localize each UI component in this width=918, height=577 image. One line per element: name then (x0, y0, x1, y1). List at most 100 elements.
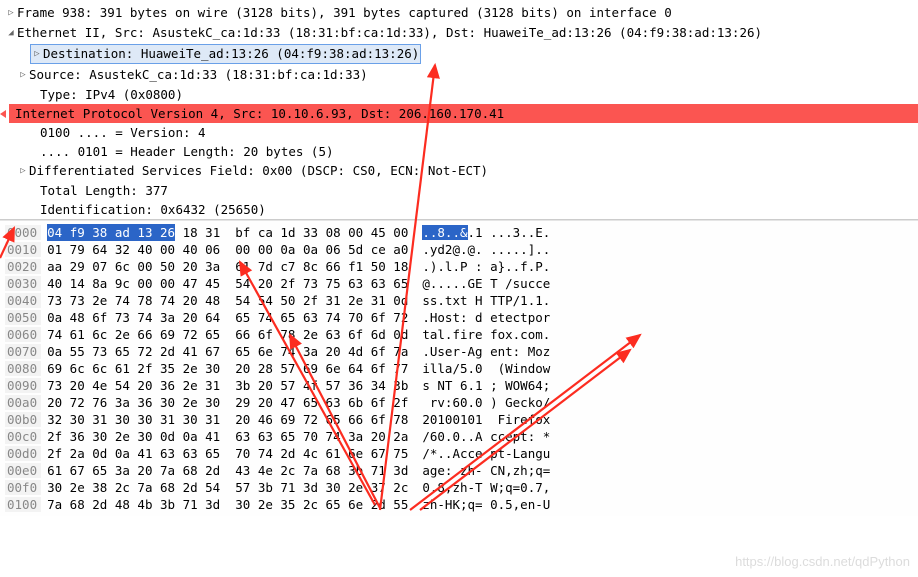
hex-row[interactable]: 0030 40 14 8a 9c 00 00 47 45 54 20 2f 73 … (0, 275, 918, 292)
hex-row[interactable]: 00e0 61 67 65 3a 20 7a 68 2d 43 4e 2c 7a … (0, 462, 918, 479)
hex-bytes[interactable]: 61 67 65 3a 20 7a 68 2d 43 4e 2c 7a 68 3… (47, 463, 408, 478)
hex-ascii[interactable]: /60.0..A ccept: * (422, 429, 550, 444)
hex-offset: 00d0 (5, 446, 41, 461)
hex-bytes[interactable]: 2f 2a 0d 0a 41 63 63 65 70 74 2d 4c 61 6… (47, 446, 408, 461)
tree-ip-hlen[interactable]: .... 0101 = Header Length: 20 bytes (5) (0, 142, 918, 161)
tree-ip-len[interactable]: Total Length: 377 (0, 181, 918, 200)
hex-bytes[interactable]: 04 f9 38 ad 13 26 18 31 bf ca 1d 33 08 0… (47, 224, 408, 241)
hex-row[interactable]: 0010 01 79 64 32 40 00 40 06 00 00 0a 0a … (0, 241, 918, 258)
hex-offset: 0080 (5, 361, 41, 376)
hex-ascii[interactable]: @.....GE T /succe (422, 276, 550, 291)
hex-offset: 0040 (5, 293, 41, 308)
hex-row[interactable]: 0060 74 61 6c 2e 66 69 72 65 66 6f 78 2e … (0, 326, 918, 343)
hex-bytes[interactable]: 40 14 8a 9c 00 00 47 45 54 20 2f 73 75 6… (47, 276, 408, 291)
tree-ip-hlen-label: .... 0101 = Header Length: 20 bytes (5) (40, 144, 334, 159)
tree-eth-destination[interactable]: ▷Destination: HuaweiTe_ad:13:26 (04:f9:3… (0, 43, 918, 65)
tree-ip-dsf[interactable]: ▷Differentiated Services Field: 0x00 (DS… (0, 161, 918, 181)
hex-ascii[interactable]: 0.8,zh-T W;q=0.7, (422, 480, 550, 495)
hex-ascii[interactable]: tal.fire fox.com. (422, 327, 550, 342)
hex-bytes[interactable]: 73 73 2e 74 78 74 20 48 54 54 50 2f 31 2… (47, 293, 408, 308)
tree-eth-source[interactable]: ▷Source: AsustekC_ca:1d:33 (18:31:bf:ca:… (0, 65, 918, 85)
hex-bytes[interactable]: 69 6c 6c 61 2f 35 2e 30 20 28 57 69 6e 6… (47, 361, 408, 376)
tree-eth-type-label: Type: IPv4 (0x0800) (40, 87, 183, 102)
hex-ascii[interactable]: ..8..&.1 ...3..E. (422, 225, 550, 240)
hex-offset: 0020 (5, 259, 41, 274)
hex-bytes[interactable]: 0a 48 6f 73 74 3a 20 64 65 74 65 63 74 7… (47, 310, 408, 325)
tree-frame-label: Frame 938: 391 bytes on wire (3128 bits)… (17, 5, 672, 20)
hex-ascii[interactable]: /*..Acce pt-Langu (422, 446, 550, 461)
hex-offset: 0000 (5, 225, 41, 240)
hex-ascii[interactable]: illa/5.0 (Window (422, 361, 550, 376)
hex-offset: 0050 (5, 310, 41, 325)
hex-offset: 0060 (5, 327, 41, 342)
hex-bytes[interactable]: 01 79 64 32 40 00 40 06 00 00 0a 0a 06 5… (47, 242, 408, 257)
hex-ascii[interactable]: .yd2@.@. .....].. (422, 242, 550, 257)
hex-offset: 00e0 (5, 463, 41, 478)
tree-eth-dst-label: Destination: HuaweiTe_ad:13:26 (04:f9:38… (43, 46, 419, 61)
hex-offset: 0100 (5, 497, 41, 512)
hex-ascii[interactable]: .User-Ag ent: Moz (422, 344, 550, 359)
tree-eth-src-label: Source: AsustekC_ca:1d:33 (18:31:bf:ca:1… (29, 67, 368, 82)
hex-offset: 00c0 (5, 429, 41, 444)
tree-ip-ver-label: 0100 .... = Version: 4 (40, 125, 206, 140)
packet-details-tree[interactable]: ▷Frame 938: 391 bytes on wire (3128 bits… (0, 0, 918, 220)
hex-bytes[interactable]: 2f 36 30 2e 30 0d 0a 41 63 63 65 70 74 3… (47, 429, 408, 444)
chevron-right-icon[interactable]: ▷ (32, 46, 42, 63)
packet-bytes-hex[interactable]: 0000 04 f9 38 ad 13 26 18 31 bf ca 1d 33 … (0, 220, 918, 516)
hex-row[interactable]: 00c0 2f 36 30 2e 30 0d 0a 41 63 63 65 70 … (0, 428, 918, 445)
hex-offset: 00b0 (5, 412, 41, 427)
hex-row[interactable]: 00b0 32 30 31 30 30 31 30 31 20 46 69 72 … (0, 411, 918, 428)
hex-row[interactable]: 00a0 20 72 76 3a 36 30 2e 30 29 20 47 65 … (0, 394, 918, 411)
hex-row[interactable]: 0000 04 f9 38 ad 13 26 18 31 bf ca 1d 33 … (0, 224, 918, 241)
hex-offset: 00f0 (5, 480, 41, 495)
hex-ascii[interactable]: age: zh- CN,zh;q= (422, 463, 550, 478)
hex-bytes[interactable]: 0a 55 73 65 72 2d 41 67 65 6e 74 3a 20 4… (47, 344, 408, 359)
hex-ascii[interactable]: .).l.P : a}..f.P. (422, 259, 550, 274)
hex-offset: 0010 (5, 242, 41, 257)
hex-row[interactable]: 0090 73 20 4e 54 20 36 2e 31 3b 20 57 4f … (0, 377, 918, 394)
chevron-right-icon[interactable]: ▷ (18, 163, 28, 180)
hex-row[interactable]: 00f0 30 2e 38 2c 7a 68 2d 54 57 3b 71 3d … (0, 479, 918, 496)
hex-ascii[interactable]: 20100101 Firefox (422, 412, 550, 427)
hex-bytes[interactable]: 73 20 4e 54 20 36 2e 31 3b 20 57 4f 57 3… (47, 378, 408, 393)
tree-ip-id-label: Identification: 0x6432 (25650) (40, 202, 266, 217)
hex-ascii[interactable]: s NT 6.1 ; WOW64; (422, 378, 550, 393)
hex-row[interactable]: 0100 7a 68 2d 48 4b 3b 71 3d 30 2e 35 2c … (0, 496, 918, 513)
hex-offset: 0070 (5, 344, 41, 359)
tree-ip-row[interactable]: Internet Protocol Version 4, Src: 10.10.… (0, 104, 918, 123)
watermark: https://blog.csdn.net/qdPython (735, 554, 910, 569)
tree-ip[interactable]: Internet Protocol Version 4, Src: 10.10.… (9, 104, 918, 123)
hex-ascii[interactable]: ss.txt H TTP/1.1. (422, 293, 550, 308)
hex-row[interactable]: 0040 73 73 2e 74 78 74 20 48 54 54 50 2f … (0, 292, 918, 309)
tree-eth-type[interactable]: Type: IPv4 (0x0800) (0, 85, 918, 104)
hex-bytes[interactable]: 32 30 31 30 30 31 30 31 20 46 69 72 65 6… (47, 412, 408, 427)
chevron-right-icon[interactable]: ▷ (18, 67, 28, 84)
hex-bytes[interactable]: 30 2e 38 2c 7a 68 2d 54 57 3b 71 3d 30 2… (47, 480, 408, 495)
error-marker-icon (0, 110, 6, 118)
tree-ip-len-label: Total Length: 377 (40, 183, 168, 198)
hex-offset: 0030 (5, 276, 41, 291)
hex-row[interactable]: 0050 0a 48 6f 73 74 3a 20 64 65 74 65 63 … (0, 309, 918, 326)
tree-frame[interactable]: ▷Frame 938: 391 bytes on wire (3128 bits… (0, 3, 918, 23)
hex-row[interactable]: 0080 69 6c 6c 61 2f 35 2e 30 20 28 57 69 … (0, 360, 918, 377)
hex-offset: 00a0 (5, 395, 41, 410)
tree-ethernet[interactable]: ◢Ethernet II, Src: AsustekC_ca:1d:33 (18… (0, 23, 918, 43)
tree-ip-version[interactable]: 0100 .... = Version: 4 (0, 123, 918, 142)
tree-ip-label: Internet Protocol Version 4, Src: 10.10.… (15, 106, 504, 121)
hex-bytes[interactable]: 74 61 6c 2e 66 69 72 65 66 6f 78 2e 63 6… (47, 327, 408, 342)
hex-row[interactable]: 0020 aa 29 07 6c 00 50 20 3a 61 7d c7 8c … (0, 258, 918, 275)
chevron-down-icon[interactable]: ◢ (6, 25, 16, 42)
tree-ip-dsf-label: Differentiated Services Field: 0x00 (DSC… (29, 163, 488, 178)
hex-row[interactable]: 0070 0a 55 73 65 72 2d 41 67 65 6e 74 3a … (0, 343, 918, 360)
tree-eth-label: Ethernet II, Src: AsustekC_ca:1d:33 (18:… (17, 25, 762, 40)
hex-ascii[interactable]: rv:60.0 ) Gecko/ (422, 395, 550, 410)
hex-offset: 0090 (5, 378, 41, 393)
hex-ascii[interactable]: .Host: d etectpor (422, 310, 550, 325)
hex-bytes[interactable]: aa 29 07 6c 00 50 20 3a 61 7d c7 8c 66 f… (47, 259, 408, 274)
hex-ascii[interactable]: zh-HK;q= 0.5,en-U (422, 497, 550, 512)
hex-row[interactable]: 00d0 2f 2a 0d 0a 41 63 63 65 70 74 2d 4c … (0, 445, 918, 462)
hex-bytes[interactable]: 7a 68 2d 48 4b 3b 71 3d 30 2e 35 2c 65 6… (47, 497, 408, 512)
chevron-right-icon[interactable]: ▷ (6, 5, 16, 22)
tree-ip-id[interactable]: Identification: 0x6432 (25650) (0, 200, 918, 219)
hex-bytes[interactable]: 20 72 76 3a 36 30 2e 30 29 20 47 65 63 6… (47, 395, 408, 410)
